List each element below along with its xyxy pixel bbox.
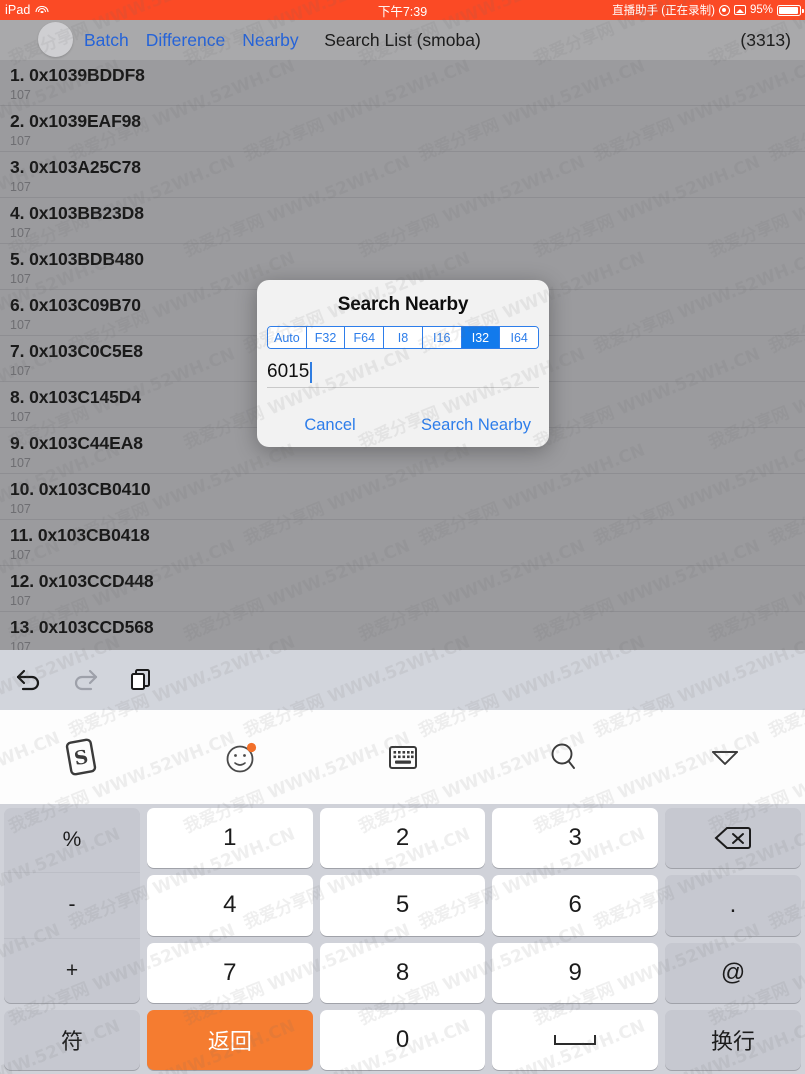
table-row[interactable]: 2. 0x1039EAF98 107 — [0, 106, 805, 152]
table-row[interactable]: 13. 0x103CCD568 107 — [0, 612, 805, 650]
key-minus[interactable]: - — [4, 872, 140, 937]
paste-icon[interactable] — [126, 665, 156, 695]
status-bar-right: 直播助手 (正在录制) 95% — [612, 0, 804, 20]
dialog-actions: Cancel Search Nearby — [257, 403, 549, 447]
row-address: 5. 0x103BDB480 — [10, 249, 144, 269]
page-title: Search List (smoba) — [324, 29, 481, 50]
segment-i32[interactable]: I32 — [461, 327, 501, 348]
row-value: 107 — [10, 180, 31, 194]
row-address: 3. 0x103A25C78 — [10, 157, 141, 177]
key-6[interactable]: 6 — [492, 875, 658, 936]
row-address: 4. 0x103BB23D8 — [10, 203, 144, 223]
segment-i16[interactable]: I16 — [422, 327, 462, 348]
search-nearby-dialog: Search Nearby Auto F32 F64 I8 I16 I32 I6… — [257, 280, 549, 447]
key-return[interactable]: 返回 — [147, 1009, 313, 1070]
key-at[interactable]: @ — [665, 942, 801, 1003]
search-icon[interactable] — [483, 739, 644, 775]
numeric-keyboard: % - + 1 2 3 4 5 6 . 7 8 9 @ 符 返回 0 换行 — [0, 804, 805, 1074]
table-row[interactable]: 1. 0x1039BDDF8 107 — [0, 60, 805, 106]
segment-i64[interactable]: I64 — [500, 327, 538, 348]
key-plus[interactable]: + — [4, 937, 140, 1003]
key-7[interactable]: 7 — [147, 942, 313, 1003]
dialog-title: Search Nearby — [337, 294, 469, 315]
operator-key-group[interactable]: % - + — [4, 808, 140, 1003]
undo-icon[interactable] — [14, 665, 44, 695]
table-row[interactable]: 4. 0x103BB23D8 107 — [0, 198, 805, 244]
key-3[interactable]: 3 — [492, 808, 658, 869]
row-value: 107 — [10, 640, 31, 650]
row-address: 10. 0x103CB0410 — [10, 479, 151, 499]
segment-f64[interactable]: F64 — [345, 327, 385, 348]
assistive-touch-circle[interactable] — [38, 22, 73, 57]
battery-percent: 95% — [749, 4, 773, 16]
text-caret — [310, 361, 313, 383]
key-4[interactable]: 4 — [147, 875, 313, 936]
row-value: 107 — [10, 226, 31, 240]
location-icon — [718, 4, 730, 16]
table-row[interactable]: 3. 0x103A25C78 107 — [0, 152, 805, 198]
search-value-input[interactable]: 6015 — [267, 357, 539, 388]
row-value: 107 — [10, 548, 31, 562]
row-address: 13. 0x103CCD568 — [10, 617, 154, 637]
row-address: 12. 0x103CCD448 — [10, 571, 154, 591]
segment-f32[interactable]: F32 — [306, 327, 346, 348]
key-1[interactable]: 1 — [147, 808, 313, 869]
key-5[interactable]: 5 — [319, 875, 486, 936]
key-0[interactable]: 0 — [319, 1009, 486, 1070]
navigation-bar: Batch Difference Nearby Search List (smo… — [0, 20, 805, 60]
table-row[interactable]: 12. 0x103CCD448 107 — [0, 566, 805, 612]
table-row[interactable]: 11. 0x103CB0418 107 — [0, 520, 805, 566]
row-address: 1. 0x1039BDDF8 — [10, 65, 145, 85]
result-count: (3313) — [740, 29, 791, 50]
row-value: 107 — [10, 594, 31, 608]
table-row[interactable]: 10. 0x103CB0410 107 — [0, 474, 805, 520]
search-nearby-button[interactable]: Search Nearby — [403, 416, 549, 435]
row-value: 107 — [10, 502, 31, 516]
key-backspace[interactable] — [665, 808, 801, 869]
key-period[interactable]: . — [665, 875, 801, 936]
datatype-segmented-control[interactable]: Auto F32 F64 I8 I16 I32 I64 — [267, 326, 539, 349]
ipad-screen: iPad 下午7:39 直播助手 (正在录制) 95% Batch Differ… — [0, 0, 805, 1074]
edit-toolbar — [0, 650, 805, 710]
key-9[interactable]: 9 — [492, 942, 658, 1003]
redo-icon[interactable] — [70, 665, 100, 695]
space-bar-icon — [554, 1034, 597, 1045]
row-value: 107 — [10, 88, 31, 102]
row-address: 2. 0x1039EAF98 — [10, 111, 141, 131]
sogou-logo-icon[interactable]: S — [0, 735, 161, 779]
key-2[interactable]: 2 — [319, 808, 486, 869]
row-address: 11. 0x103CB0418 — [10, 525, 150, 545]
emoji-face-icon[interactable] — [161, 736, 322, 778]
ime-toolbar: S — [0, 710, 805, 804]
key-symbol[interactable]: 符 — [4, 1009, 140, 1070]
backspace-icon — [714, 827, 751, 850]
row-value: 107 — [10, 134, 31, 148]
key-space[interactable] — [492, 1009, 658, 1070]
key-8[interactable]: 8 — [319, 942, 486, 1003]
key-percent[interactable]: % — [4, 808, 140, 872]
hide-keyboard-chevron-icon[interactable] — [644, 745, 805, 769]
key-newline[interactable]: 换行 — [665, 1009, 801, 1070]
segment-i8[interactable]: I8 — [384, 327, 423, 348]
row-value: 107 — [10, 456, 31, 470]
svg-text:S: S — [72, 746, 89, 770]
search-value-text: 6015 — [267, 361, 310, 382]
screen-rotation-icon — [733, 5, 746, 15]
recording-label: 直播助手 (正在录制) — [612, 5, 715, 17]
keyboard-icon[interactable] — [322, 742, 483, 772]
status-bar: iPad 下午7:39 直播助手 (正在录制) 95% — [0, 0, 805, 20]
segment-auto[interactable]: Auto — [268, 327, 307, 348]
battery-icon — [777, 4, 804, 16]
cancel-button[interactable]: Cancel — [257, 416, 403, 435]
